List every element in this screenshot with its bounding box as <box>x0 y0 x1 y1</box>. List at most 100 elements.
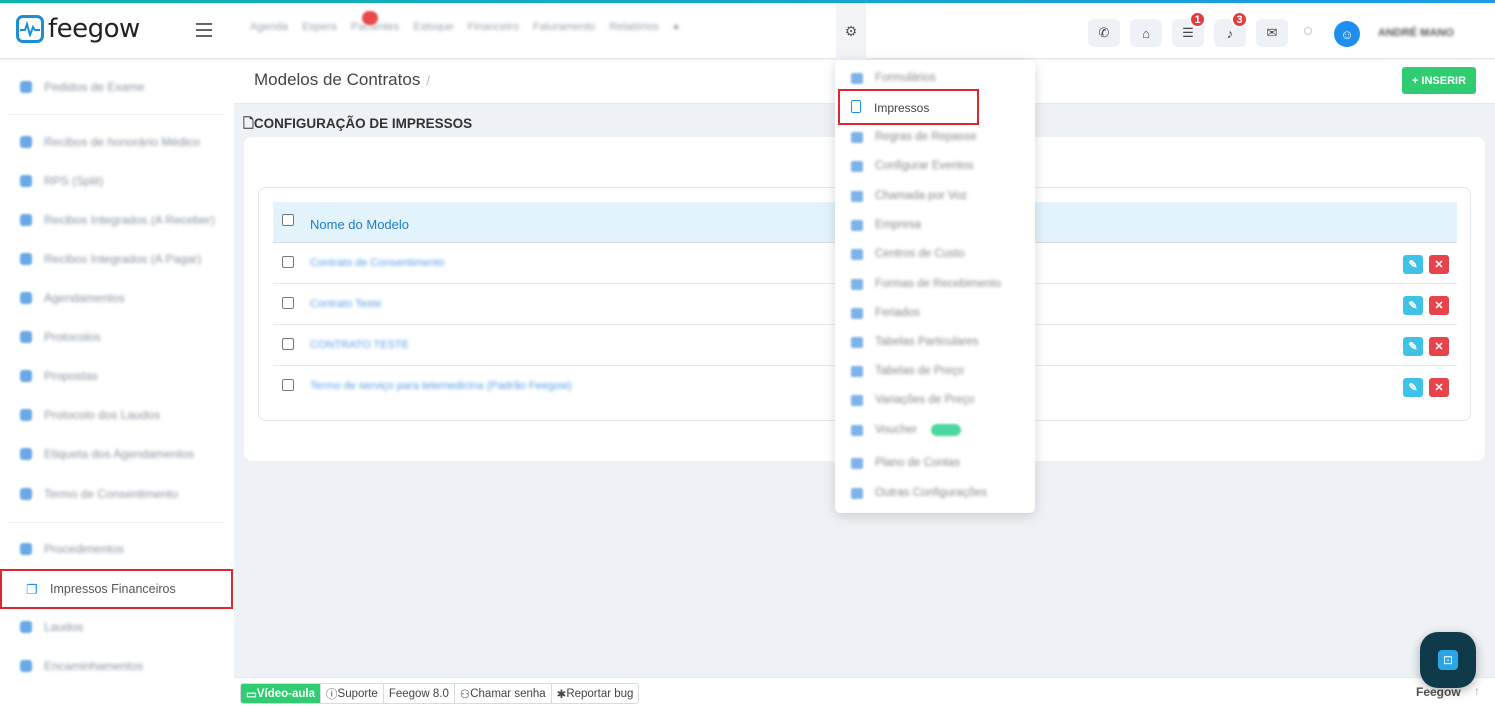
nav-financeiro[interactable]: Financeiro <box>467 21 518 33</box>
sidebar-item[interactable]: Laudos <box>20 620 83 634</box>
section-title: 🗋CONFIGURAÇÃO DE IMPRESSOS <box>243 116 473 131</box>
dropdown-item[interactable]: Tabelas Particulares <box>851 336 979 348</box>
document-icon <box>20 488 32 500</box>
document-icon <box>20 543 32 555</box>
settings-item-icon <box>851 160 863 172</box>
document-icon <box>20 136 32 148</box>
dropdown-item[interactable]: Tabelas de Preço <box>851 365 964 377</box>
document-icon <box>20 253 32 265</box>
settings-item-icon <box>851 307 863 319</box>
edit-button[interactable]: ✎ <box>1403 255 1423 274</box>
call-password-button[interactable]: ⚇ Chamar senha <box>454 684 552 703</box>
dropdown-item[interactable]: Variações de Preço <box>851 394 975 406</box>
support-button[interactable]: ⓘ Suporte <box>321 684 384 703</box>
dropdown-item[interactable]: Feriados <box>851 307 920 319</box>
video-aula-button[interactable]: ▭ Vídeo-aula <box>241 684 322 703</box>
row-checkbox[interactable] <box>282 379 294 391</box>
dropdown-item[interactable]: Empresa <box>851 219 921 231</box>
form-icon <box>851 72 863 84</box>
sidebar-item-impressos-financeiros[interactable]: ❐ Impressos Financeiros <box>0 569 233 609</box>
user-name[interactable]: ANDRÉ MANO <box>1378 27 1454 39</box>
document-icon <box>20 292 32 304</box>
sidebar-item[interactable]: Recibos Integrados (A Pagar) <box>20 252 201 266</box>
settings-item-icon <box>851 190 863 202</box>
dropdown-item[interactable]: Plano de Contas <box>851 457 960 469</box>
dropdown-item[interactable]: Centros de Custo <box>851 248 965 260</box>
nav-espera[interactable]: Espera <box>302 21 337 33</box>
menu-toggle-icon[interactable] <box>196 23 212 41</box>
dropdown-item[interactable]: Formas de Recebimento <box>851 278 1001 290</box>
avatar[interactable]: ☺ <box>1334 21 1360 47</box>
dropdown-item-impressos[interactable]: Impressos <box>838 89 979 125</box>
model-link[interactable]: Termo de serviço para telemedicina (Padr… <box>310 380 572 392</box>
footer: ▭ Vídeo-aula ⓘ Suporte Feegow 8.0 ⚇ Chamar … <box>234 677 1495 707</box>
nav-faturamento[interactable]: Faturamento <box>533 21 595 33</box>
sidebar-divider <box>8 114 224 115</box>
version-label[interactable]: Feegow 8.0 <box>383 684 455 703</box>
model-link[interactable]: CONTRATO TESTE <box>310 339 409 351</box>
sidebar: Pedidos de Exame Recibos de honorário Mé… <box>0 60 234 707</box>
sidebar-item[interactable]: Propostas <box>20 369 98 383</box>
model-link[interactable]: Contrato Teste <box>310 298 381 310</box>
notifications-badge: 3 <box>1231 11 1248 28</box>
document-icon <box>20 331 32 343</box>
delete-button[interactable]: ✕ <box>1429 337 1449 356</box>
insert-button[interactable]: + INSERIR <box>1402 67 1476 94</box>
dropdown-item[interactable]: Outras Configurações <box>851 487 987 499</box>
sidebar-item[interactable]: RPS (Split) <box>20 174 103 188</box>
inbox-icon[interactable]: ⌂ <box>1130 19 1162 47</box>
settings-dropdown: Formulários Impressos Regras de Repasse … <box>835 60 1035 513</box>
nav-estoque[interactable]: Estoque <box>413 21 453 33</box>
document-icon: 🗋 <box>243 116 254 131</box>
sidebar-item[interactable]: Protocolos <box>20 330 101 344</box>
edit-button[interactable]: ✎ <box>1403 296 1423 315</box>
bell-icon[interactable]: ♪ 3 <box>1214 11 1248 47</box>
dropdown-item[interactable]: Regras de Repasse <box>851 131 977 143</box>
dropdown-item[interactable]: Chamada por Voz <box>851 190 967 202</box>
sidebar-item[interactable]: Recibos Integrados (A Receber) <box>20 213 215 227</box>
logo[interactable]: feegow <box>16 14 140 44</box>
tasks-icon[interactable]: ☰ 1 <box>1172 11 1206 47</box>
sidebar-item[interactable]: Protocolo dos Laudos <box>20 408 160 422</box>
row-checkbox[interactable] <box>282 256 294 268</box>
nav-agenda[interactable]: Agenda <box>250 21 288 33</box>
edit-button[interactable]: ✎ <box>1403 337 1423 356</box>
settings-item-icon <box>851 365 863 377</box>
new-badge <box>931 424 962 436</box>
nav-relatorios[interactable]: Relatórios <box>609 21 659 33</box>
gear-icon[interactable]: ⚙ <box>836 3 866 59</box>
sidebar-item[interactable]: Etiqueta dos Agendamentos <box>20 447 194 461</box>
sidebar-item[interactable]: Termo de Consentimento <box>20 487 178 501</box>
sidebar-item[interactable]: Procedimentos <box>20 542 124 556</box>
edit-button[interactable]: ✎ <box>1403 378 1423 397</box>
column-nome-do-modelo[interactable]: Nome do Modelo <box>310 217 409 232</box>
delete-button[interactable]: ✕ <box>1429 296 1449 315</box>
document-icon <box>20 370 32 382</box>
document-icon <box>20 175 32 187</box>
model-link[interactable]: Contrato de Consentimento <box>310 257 445 269</box>
chat-icon[interactable]: ✉ <box>1256 19 1288 47</box>
dropdown-item[interactable]: Configurar Eventos <box>851 160 973 172</box>
sidebar-divider <box>8 522 224 523</box>
row-checkbox[interactable] <box>282 297 294 309</box>
phone-icon[interactable]: ✆ <box>1088 19 1120 47</box>
sidebar-item[interactable]: Encaminhamentos <box>20 659 143 673</box>
document-icon <box>20 621 32 633</box>
document-icon <box>20 214 32 226</box>
sidebar-item[interactable]: Recibos de honorário Médico <box>20 135 200 149</box>
widget-icon: ⊡ <box>1438 650 1458 670</box>
scroll-top-icon[interactable]: ↑ <box>1474 684 1480 698</box>
delete-button[interactable]: ✕ <box>1429 378 1449 397</box>
document-icon <box>20 81 32 93</box>
delete-button[interactable]: ✕ <box>1429 255 1449 274</box>
floating-action-button[interactable]: ⊡ <box>1420 632 1476 688</box>
report-bug-button[interactable]: ✱ Reportar bug <box>551 684 639 703</box>
sidebar-item[interactable]: Agendamentos <box>20 291 125 305</box>
row-checkbox[interactable] <box>282 338 294 350</box>
dropdown-item-formularios[interactable]: Formulários <box>851 72 936 84</box>
select-all-checkbox[interactable] <box>282 214 294 226</box>
nav-extra-icon[interactable]: ● <box>673 21 680 33</box>
sidebar-item-pedidos-exame[interactable]: Pedidos de Exame <box>20 80 145 94</box>
document-icon <box>20 409 32 421</box>
dropdown-item-voucher[interactable]: Voucher <box>851 424 962 436</box>
